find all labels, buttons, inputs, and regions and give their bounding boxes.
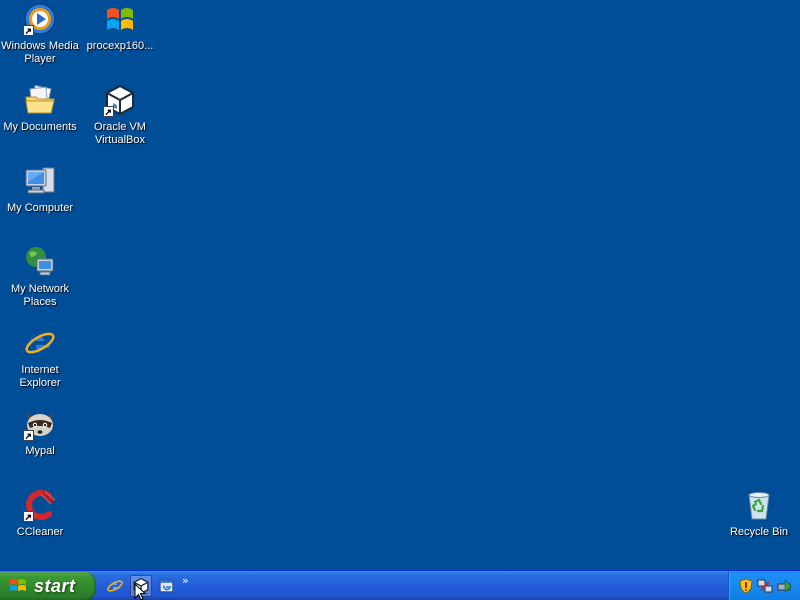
icon-label: Mypal xyxy=(25,445,55,457)
icon-label: Internet Explorer xyxy=(19,364,61,389)
icon-label: Oracle VM VirtualBox xyxy=(94,121,146,146)
desktop-icon-recycle-bin[interactable]: Recycle Bin xyxy=(719,488,799,564)
shortcut-arrow-icon xyxy=(23,25,34,36)
internet-explorer-icon xyxy=(107,580,123,592)
icon-label: CCleaner xyxy=(16,526,64,538)
icon-label: My Computer xyxy=(6,202,74,214)
network-places-icon xyxy=(23,245,57,279)
documents-folder-icon xyxy=(23,83,57,117)
desktop-icon-mypal[interactable]: Mypal xyxy=(0,407,80,483)
internet-explorer-icon xyxy=(23,326,57,360)
taskbar[interactable]: start » xyxy=(0,570,800,600)
icon-label: My Documents xyxy=(3,121,77,133)
icon-label: procexp160... xyxy=(86,40,154,52)
computer-icon xyxy=(23,164,57,198)
icon-label: Recycle Bin xyxy=(729,526,789,538)
desktop-icon-virtualbox[interactable]: Oracle VM VirtualBox xyxy=(80,83,160,159)
safely-remove-icon[interactable] xyxy=(776,578,792,594)
quick-launch-show-desktop[interactable] xyxy=(156,575,178,597)
show-desktop-icon xyxy=(159,579,174,593)
quick-launch-overflow-chevron[interactable]: » xyxy=(182,574,189,587)
windows-flag-icon xyxy=(103,2,137,36)
start-button[interactable]: start xyxy=(0,571,96,600)
virtualbox-icon xyxy=(133,577,149,595)
desktop[interactable]: Windows Media Player procexp160... My Do… xyxy=(0,0,800,570)
virtualbox-icon xyxy=(103,83,137,117)
quick-launch-internet-explorer[interactable] xyxy=(104,575,126,597)
desktop-icon-windows-media-player[interactable]: Windows Media Player xyxy=(0,2,80,78)
desktop-icon-my-documents[interactable]: My Documents xyxy=(0,83,80,159)
quick-launch-virtualbox[interactable] xyxy=(130,575,152,597)
desktop-icon-procexp[interactable]: procexp160... xyxy=(80,2,160,78)
desktop-icon-my-computer[interactable]: My Computer xyxy=(0,164,80,240)
mypal-raccoon-icon xyxy=(23,407,57,441)
network-icon[interactable] xyxy=(757,578,773,594)
ccleaner-icon xyxy=(23,488,57,522)
desktop-icon-ccleaner[interactable]: CCleaner xyxy=(0,488,80,564)
media-player-icon xyxy=(23,2,57,36)
shortcut-arrow-icon xyxy=(23,511,34,522)
desktop-icon-internet-explorer[interactable]: Internet Explorer xyxy=(0,326,80,402)
recycle-bin-icon xyxy=(742,488,776,522)
desktop-icon-my-network-places[interactable]: My Network Places xyxy=(0,245,80,321)
start-label: start xyxy=(34,575,76,596)
windows-flag-icon xyxy=(10,579,26,591)
icon-label: Windows Media Player xyxy=(1,40,79,65)
icon-label: My Network Places xyxy=(10,283,70,308)
system-tray xyxy=(728,571,800,600)
shortcut-arrow-icon xyxy=(103,106,114,117)
security-shield-icon[interactable] xyxy=(738,578,754,594)
quick-launch-bar xyxy=(104,575,178,597)
shortcut-arrow-icon xyxy=(23,430,34,441)
